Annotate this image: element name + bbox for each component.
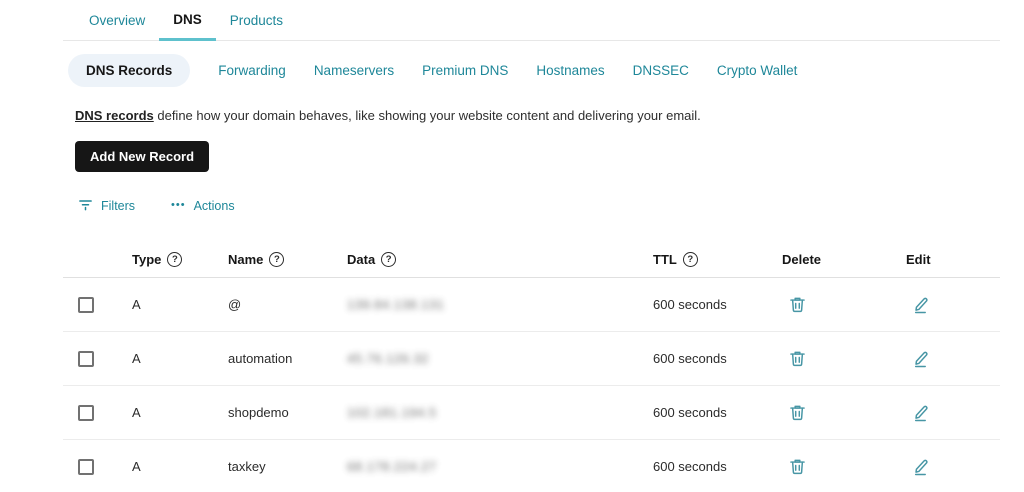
- delete-record-button[interactable]: [788, 403, 807, 422]
- record-type: A: [132, 297, 141, 312]
- subtab-premium-dns[interactable]: Premium DNS: [422, 63, 508, 78]
- column-header-data: Data ?: [332, 251, 638, 267]
- tab-dns[interactable]: DNS: [159, 0, 216, 41]
- record-data-redacted: 68.178.224.27: [347, 459, 437, 474]
- name-help-icon[interactable]: ?: [269, 251, 285, 267]
- pencil-icon: [912, 457, 931, 476]
- record-type: A: [132, 459, 141, 474]
- dns-description: DNS records define how your domain behav…: [63, 108, 1000, 123]
- add-new-record-button[interactable]: Add New Record: [75, 141, 210, 172]
- subtab-dns-records[interactable]: DNS Records: [68, 54, 191, 87]
- type-help-icon[interactable]: ?: [167, 251, 183, 267]
- records-toolbar: Filters ••• Actions: [63, 197, 1000, 215]
- record-type: A: [132, 351, 141, 366]
- record-ttl: 600 seconds: [653, 405, 727, 420]
- row-checkbox[interactable]: [78, 404, 94, 421]
- record-data-redacted: 139.84.138.131: [347, 297, 445, 312]
- tab-overview[interactable]: Overview: [75, 0, 159, 40]
- tab-products[interactable]: Products: [216, 0, 297, 40]
- column-header-name: Name ?: [213, 251, 332, 267]
- filters-label: Filters: [101, 199, 136, 213]
- table-row: A automation 45.76.126.32 600 seconds: [63, 332, 1000, 386]
- trash-icon: [788, 457, 807, 476]
- record-name: automation: [228, 351, 293, 366]
- record-name: taxkey: [228, 459, 266, 474]
- type-header-label: Type: [132, 251, 162, 267]
- record-data-redacted: 45.76.126.32: [347, 351, 429, 366]
- subtab-crypto-wallet[interactable]: Crypto Wallet: [717, 63, 798, 78]
- filters-button[interactable]: Filters: [78, 197, 135, 215]
- table-header-row: Type ? Name ? Data ? TTL ? Delete Edit: [63, 241, 1000, 278]
- dns-subtabs: DNS Records Forwarding Nameservers Premi…: [63, 54, 1000, 87]
- dns-records-link[interactable]: DNS records: [75, 108, 154, 123]
- delete-record-button[interactable]: [788, 457, 807, 476]
- record-ttl: 600 seconds: [653, 297, 727, 312]
- table-row: A taxkey 68.178.224.27 600 seconds: [63, 440, 1000, 492]
- row-checkbox[interactable]: [78, 296, 94, 313]
- pencil-icon: [912, 349, 931, 368]
- subtab-forwarding[interactable]: Forwarding: [218, 63, 286, 78]
- subtab-dnssec[interactable]: DNSSEC: [633, 63, 689, 78]
- record-ttl: 600 seconds: [653, 351, 727, 366]
- subtab-hostnames[interactable]: Hostnames: [536, 63, 604, 78]
- edit-record-button[interactable]: [912, 457, 931, 476]
- trash-icon: [788, 295, 807, 314]
- pencil-icon: [912, 403, 931, 422]
- filter-icon: [78, 197, 93, 215]
- name-header-label: Name: [228, 251, 264, 267]
- edit-record-button[interactable]: [912, 349, 931, 368]
- ttl-header-label: TTL: [653, 251, 677, 267]
- record-data-redacted: 102.181.194.5: [347, 405, 437, 420]
- column-header-ttl: TTL ?: [638, 251, 767, 267]
- subtab-nameservers[interactable]: Nameservers: [314, 63, 394, 78]
- ellipsis-icon: •••: [171, 199, 186, 211]
- actions-button[interactable]: ••• Actions: [171, 199, 235, 213]
- record-type: A: [132, 405, 141, 420]
- pencil-icon: [912, 295, 931, 314]
- delete-record-button[interactable]: [788, 295, 807, 314]
- data-help-icon[interactable]: ?: [381, 251, 397, 267]
- row-checkbox[interactable]: [78, 350, 94, 367]
- dns-records-table: Type ? Name ? Data ? TTL ? Delete Edit A…: [63, 241, 1000, 492]
- record-name: shopdemo: [228, 405, 289, 420]
- column-header-type: Type ?: [117, 251, 213, 267]
- row-checkbox[interactable]: [78, 458, 94, 475]
- ttl-help-icon[interactable]: ?: [682, 251, 698, 267]
- record-ttl: 600 seconds: [653, 459, 727, 474]
- delete-record-button[interactable]: [788, 349, 807, 368]
- edit-record-button[interactable]: [912, 403, 931, 422]
- edit-record-button[interactable]: [912, 295, 931, 314]
- table-row: A @ 139.84.138.131 600 seconds: [63, 278, 1000, 332]
- column-header-edit: Edit: [906, 251, 931, 267]
- data-header-label: Data: [347, 251, 376, 267]
- domain-tabbar: Overview DNS Products: [63, 0, 1000, 41]
- actions-label: Actions: [193, 199, 235, 213]
- trash-icon: [788, 403, 807, 422]
- column-header-delete: Delete: [782, 251, 822, 267]
- table-row: A shopdemo 102.181.194.5 600 seconds: [63, 386, 1000, 440]
- dns-management-page: Overview DNS Products DNS Records Forwar…: [0, 0, 1024, 492]
- dns-description-text: define how your domain behaves, like sho…: [153, 108, 701, 123]
- trash-icon: [788, 349, 807, 368]
- record-name: @: [228, 297, 242, 312]
